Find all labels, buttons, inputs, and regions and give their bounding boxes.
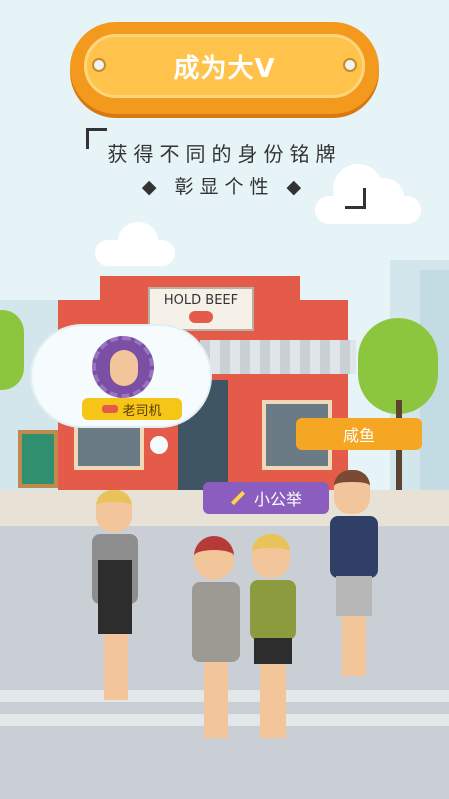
magic-wand-icon (230, 490, 246, 506)
torso (192, 582, 240, 662)
subtitle-line-2: ◆ 彰显个性 ◆ (141, 176, 308, 198)
subtitle-line-1: 获得不同的身份铭牌 (107, 142, 342, 166)
legs (104, 634, 128, 700)
torso (330, 516, 378, 578)
head (194, 536, 234, 580)
bubble-tail (150, 436, 168, 454)
shop-awning (200, 340, 356, 374)
cloud (118, 222, 158, 258)
person-icon (90, 490, 140, 710)
shorts (336, 576, 372, 616)
salted-fish-badge[interactable]: 咸鱼 (296, 418, 422, 450)
head (96, 490, 132, 532)
head (334, 470, 370, 514)
tree-icon (0, 310, 24, 390)
person-icon (328, 470, 380, 680)
become-big-v-button[interactable]: 成为大V (84, 34, 365, 98)
shop-sign-text: HOLD BEEF (163, 293, 239, 308)
torso (250, 580, 296, 640)
old-driver-badge[interactable]: 老司机 (82, 398, 182, 420)
person-icon (188, 536, 244, 742)
overalls (98, 560, 132, 634)
banner-title: 成为大V (173, 53, 276, 84)
menu-board-icon (18, 430, 58, 488)
person-icon (248, 534, 300, 742)
little-candidate-badge[interactable]: 小公举 (203, 482, 329, 514)
shorts (254, 638, 292, 664)
little-candidate-label: 小公举 (253, 490, 302, 509)
promo-screen: 成为大V 获得不同的身份铭牌 ◆ 彰显个性 ◆ HOLD BEEF 老司机 咸鱼… (0, 0, 449, 799)
legs (204, 662, 228, 738)
quote-corner-icon (345, 188, 366, 209)
legs (260, 664, 286, 738)
old-driver-label: 老司机 (122, 403, 162, 419)
shop-sign: HOLD BEEF (148, 287, 254, 331)
car-icon (102, 405, 119, 413)
salted-fish-label: 咸鱼 (342, 426, 375, 445)
meat-icon (189, 311, 213, 323)
legs (342, 616, 366, 676)
banner-rivet-left (92, 58, 106, 72)
banner-rivet-right (343, 58, 357, 72)
avatar-face (110, 350, 138, 386)
head (252, 534, 290, 578)
